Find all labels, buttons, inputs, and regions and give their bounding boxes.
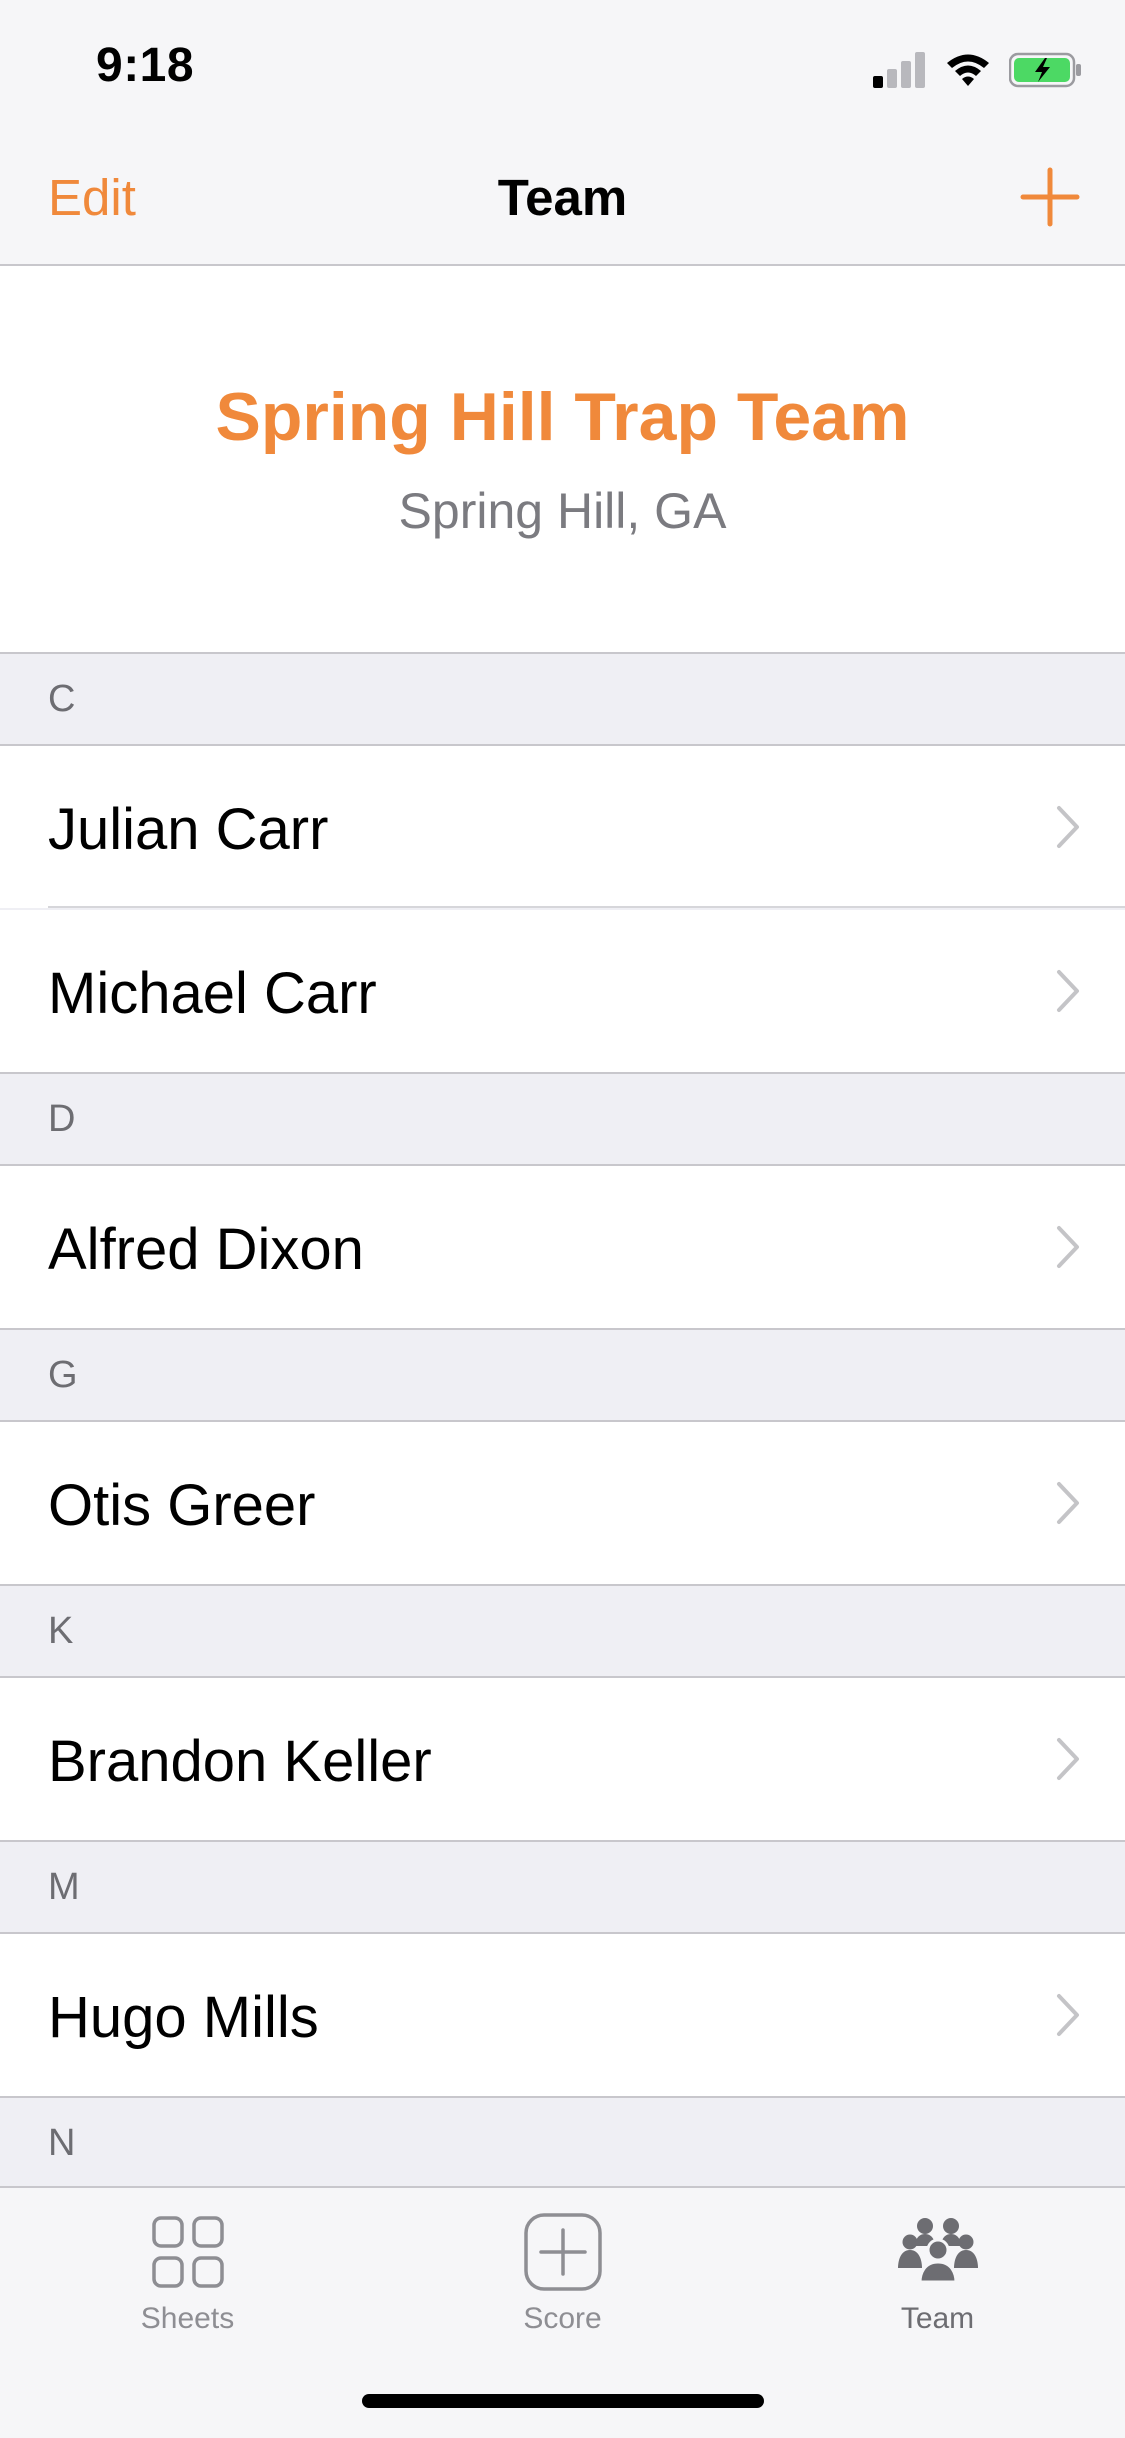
member-row-michael-carr[interactable]: Michael Carr bbox=[0, 910, 1125, 1074]
section-letter: M bbox=[48, 1866, 80, 1908]
section-letter: G bbox=[48, 1354, 78, 1396]
member-name: Alfred Dixon bbox=[48, 1217, 364, 1282]
section-header-n: N bbox=[0, 2098, 1125, 2188]
status-icons bbox=[873, 48, 1083, 92]
tab-label: Sheets bbox=[140, 2302, 235, 2335]
nav-title: Team bbox=[497, 169, 628, 226]
navigation-bar: Edit Team bbox=[0, 132, 1125, 266]
team-name: Spring Hill Trap Team bbox=[215, 379, 910, 455]
battery-charging-icon bbox=[1009, 52, 1081, 88]
member-name: Julian Carr bbox=[48, 797, 329, 862]
section-header-g: G bbox=[0, 1330, 1125, 1422]
tab-score[interactable]: Score bbox=[375, 2212, 750, 2352]
section-header-d: D bbox=[0, 1074, 1125, 1166]
team-location: Spring Hill, GA bbox=[398, 483, 727, 539]
tab-sheets[interactable]: Sheets bbox=[0, 2212, 375, 2352]
section-letter: K bbox=[48, 1610, 74, 1652]
chevron-right-icon bbox=[1057, 806, 1079, 848]
chevron-right-icon bbox=[1057, 1738, 1079, 1780]
section-header-c: C bbox=[0, 654, 1125, 746]
member-name: Brandon Keller bbox=[48, 1729, 432, 1794]
chevron-right-icon bbox=[1057, 1994, 1079, 2036]
tab-label: Team bbox=[900, 2302, 975, 2335]
member-row-otis-greer[interactable]: Otis Greer bbox=[0, 1422, 1125, 1586]
chevron-right-icon bbox=[1057, 1482, 1079, 1524]
section-header-k: K bbox=[0, 1586, 1125, 1678]
member-row-alfred-dixon[interactable]: Alfred Dixon bbox=[0, 1166, 1125, 1330]
section-letter: N bbox=[48, 2122, 76, 2164]
section-letter: C bbox=[48, 678, 76, 720]
add-member-button[interactable] bbox=[1019, 166, 1081, 228]
row-separator bbox=[48, 906, 1125, 908]
wifi-icon bbox=[947, 54, 989, 86]
people-icon bbox=[897, 2218, 978, 2284]
chevron-right-icon bbox=[1057, 970, 1079, 1012]
member-name: Otis Greer bbox=[48, 1473, 316, 1538]
status-time: 9:18 bbox=[96, 39, 195, 92]
status-bar: 9:18 bbox=[0, 0, 1125, 132]
member-row-brandon-keller[interactable]: Brandon Keller bbox=[0, 1678, 1125, 1842]
tab-team[interactable]: Team bbox=[750, 2212, 1125, 2352]
plus-square-icon bbox=[523, 2213, 602, 2291]
team-screen: 9:18 Edit Team Spring Hill Trap Team Spr… bbox=[0, 0, 1125, 2438]
section-header-m: M bbox=[0, 1842, 1125, 1934]
member-name: Hugo Mills bbox=[48, 1985, 319, 2050]
member-row-hugo-mills[interactable]: Hugo Mills bbox=[0, 1934, 1125, 2098]
member-name: Michael Carr bbox=[48, 961, 377, 1026]
tab-label: Score bbox=[523, 2302, 602, 2335]
cellular-signal-icon bbox=[873, 52, 925, 88]
member-row-julian-carr[interactable]: Julian Carr bbox=[0, 746, 1125, 908]
grid-icon bbox=[151, 2216, 224, 2288]
home-indicator bbox=[362, 2394, 764, 2408]
team-header: Spring Hill Trap Team Spring Hill, GA bbox=[0, 266, 1125, 654]
chevron-right-icon bbox=[1057, 1226, 1079, 1268]
section-letter: D bbox=[48, 1098, 76, 1140]
